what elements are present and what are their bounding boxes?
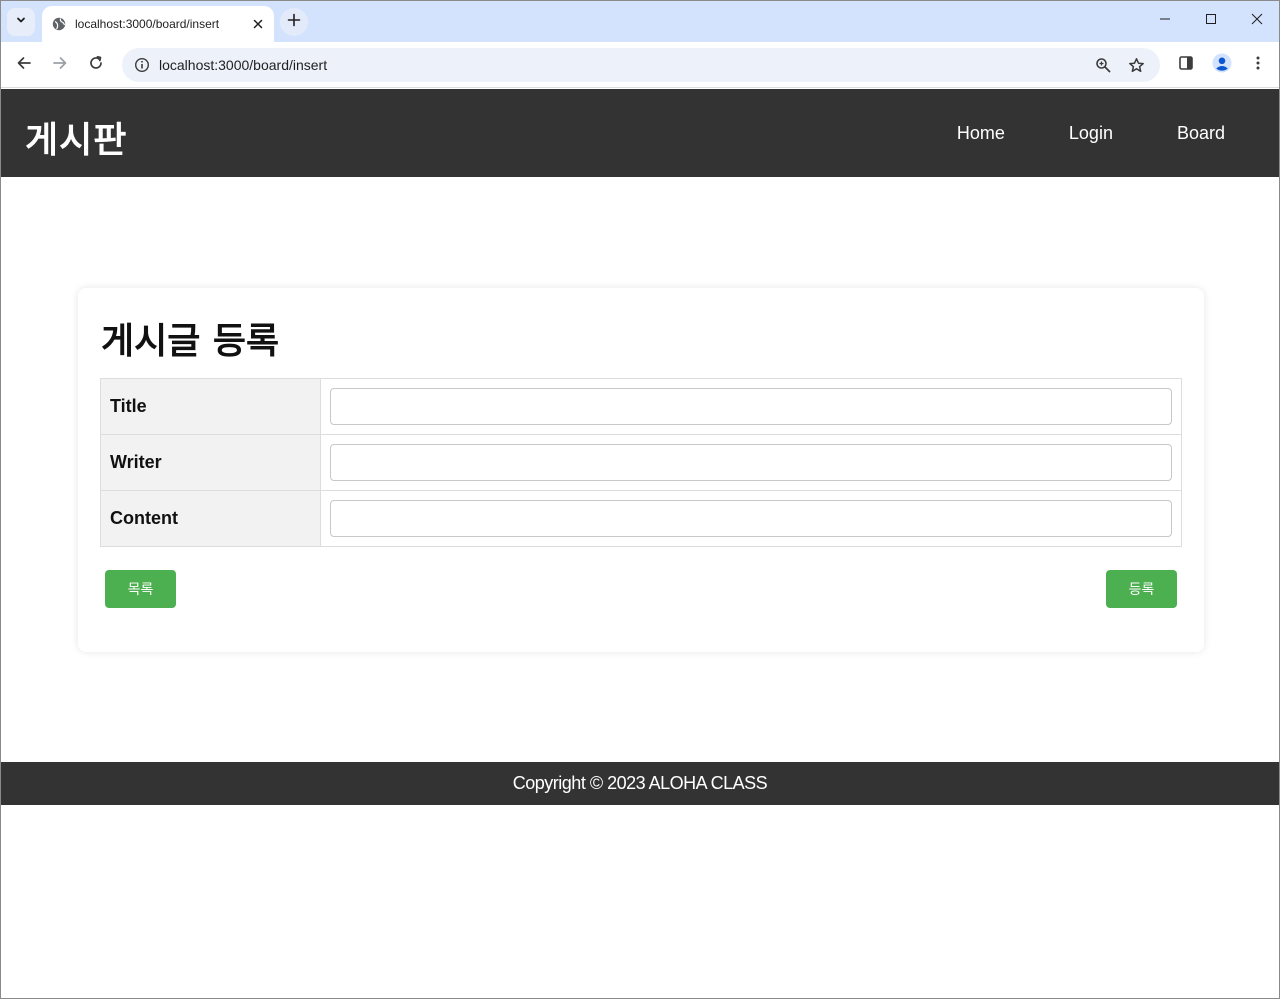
browser-menu-button[interactable] [1244,51,1272,79]
forward-button[interactable] [46,51,74,79]
side-panel-icon [1178,55,1194,76]
browser-tab-active[interactable]: localhost:3000/board/insert [42,6,274,42]
writer-label: Writer [100,434,321,491]
tab-search-button[interactable] [7,8,35,36]
writer-cell [320,434,1182,491]
maximize-icon [1205,12,1217,30]
info-icon[interactable] [130,53,154,77]
nav-link-login[interactable]: Login [1037,123,1145,144]
profile-button[interactable] [1208,51,1236,79]
reload-button[interactable] [82,51,110,79]
page-title: 게시글 등록 [101,321,280,362]
title-cell [320,378,1182,435]
reload-icon [88,55,104,76]
form-row-writer: Writer [100,434,1182,491]
content-label: Content [100,490,321,547]
plus-icon [287,13,301,32]
globe-icon [52,17,66,31]
more-vert-icon [1250,55,1266,76]
insert-form-card: 게시글 등록 Title Writer Content 목록 등록 [78,288,1204,652]
browser-toolbar: localhost:3000/board/insert [1,42,1279,88]
main-nav: Home Login Board [925,89,1279,177]
maximize-button[interactable] [1188,1,1234,41]
profile-icon [1212,53,1232,78]
close-window-button[interactable] [1234,1,1279,41]
title-label: Title [100,378,321,435]
site-logo[interactable]: 게시판 [25,111,127,163]
form-row-content: Content [100,490,1182,547]
tab-strip: localhost:3000/board/insert [1,1,1279,42]
zoom-icon[interactable] [1091,53,1115,77]
back-button[interactable] [10,51,38,79]
copyright-text: Copyright © 2023 ALOHA CLASS [512,773,768,793]
close-icon [1251,12,1263,30]
nav-link-home[interactable]: Home [925,123,1037,144]
title-input[interactable] [330,388,1172,425]
chevron-down-icon [15,13,27,31]
insert-form-table: Title Writer Content [100,378,1182,547]
minimize-button[interactable] [1142,1,1188,41]
arrow-right-icon [52,55,68,76]
site-header: 게시판 Home Login Board [1,89,1279,177]
new-tab-button[interactable] [280,8,308,36]
writer-input[interactable] [330,444,1172,481]
side-panel-button[interactable] [1172,51,1200,79]
address-bar[interactable]: localhost:3000/board/insert [122,48,1160,82]
site-footer: Copyright © 2023 ALOHA CLASS [1,762,1279,805]
star-icon[interactable] [1124,53,1148,77]
content-input[interactable] [330,500,1172,537]
url-text: localhost:3000/board/insert [159,57,328,73]
minimize-icon [1159,12,1171,30]
content-cell [320,490,1182,547]
nav-link-board[interactable]: Board [1145,123,1279,144]
close-icon[interactable] [248,14,268,34]
submit-button[interactable]: 등록 [1106,570,1177,608]
tab-title: localhost:3000/board/insert [75,17,220,31]
arrow-left-icon [16,55,32,76]
browser-window: localhost:3000/board/insert localhost:30… [0,0,1280,999]
form-row-title: Title [100,378,1182,435]
list-button[interactable]: 목록 [105,570,176,608]
